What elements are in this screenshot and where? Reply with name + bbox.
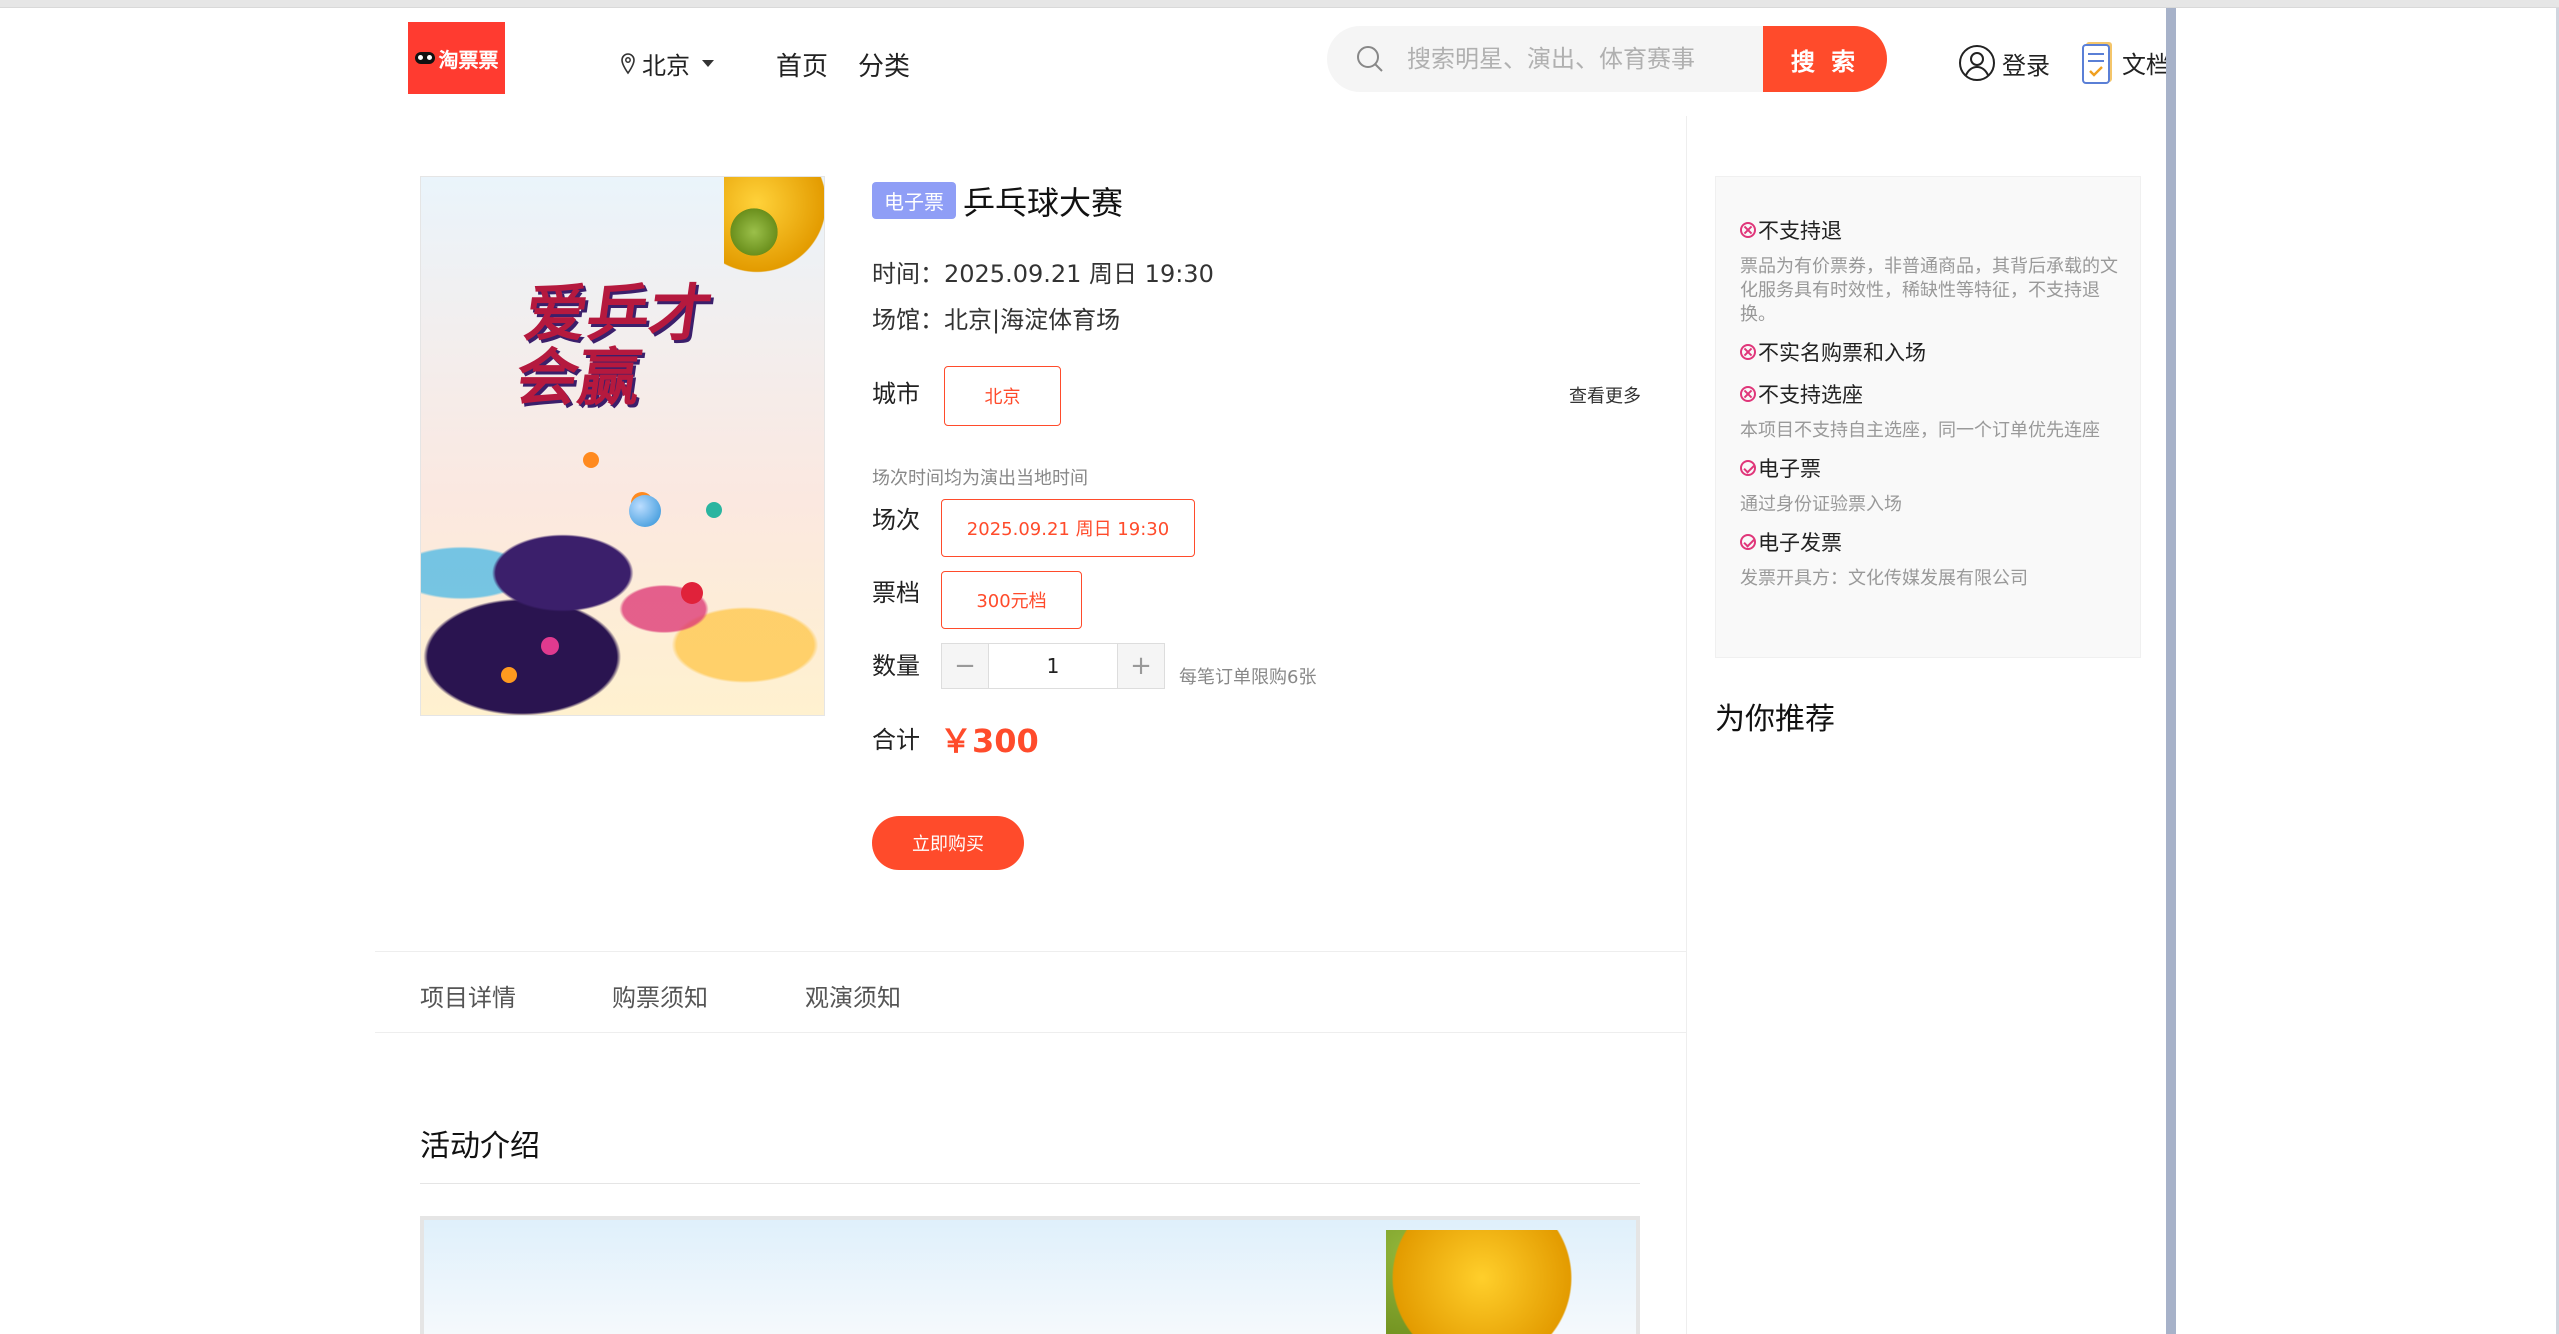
buy-now-button[interactable]: 立即购买 xyxy=(872,816,1024,870)
rule-desc: 票品为有价票券，非普通商品，其背后承载的文化服务具有时效性，稀缺性等特征，不支持… xyxy=(1740,256,2118,325)
quantity-decrease-button[interactable]: − xyxy=(942,644,988,688)
session-option[interactable]: 2025.09.21 周日 19:30 xyxy=(941,499,1195,557)
see-more-link[interactable]: 查看更多 xyxy=(1569,382,1641,408)
nav-home[interactable]: 首页 xyxy=(776,46,828,83)
browser-top-edge xyxy=(0,0,2559,8)
poster-player-art xyxy=(421,477,824,715)
current-city: 北京 xyxy=(642,52,690,80)
rule-desc: 通过身份证验票入场 xyxy=(1740,494,1902,515)
city-selector[interactable]: 北京 xyxy=(620,46,714,81)
event-title: 乒乓球大赛 xyxy=(963,184,1124,222)
check-circle-icon xyxy=(1740,534,1756,550)
rule-title: 不支持选座 xyxy=(1758,383,1863,407)
event-main: 爱乒才会赢 电子票 乒乓球大赛 时间：2025.09.21 周日 19:30 场… xyxy=(375,116,1687,1334)
detail-tabs: 项目详情 购票须知 观演须知 xyxy=(375,951,1687,1033)
rule-no-refund: 不支持退 xyxy=(1740,215,1842,245)
document-icon xyxy=(2082,42,2112,84)
rule-no-seat-selection: 不支持选座 xyxy=(1740,379,1863,409)
quantity-limit-note: 每笔订单限购6张 xyxy=(1179,667,1317,688)
session-label: 场次 xyxy=(872,506,920,534)
search-input[interactable] xyxy=(1407,26,1757,92)
rule-desc: 发票开具方：文化传媒发展有限公司 xyxy=(1740,568,2028,589)
quantity-increase-button[interactable]: + xyxy=(1118,644,1164,688)
poster-ball xyxy=(629,495,661,527)
purchase-rules-panel: 不支持退 票品为有价票券，非普通商品，其背后承载的文化服务具有时效性，稀缺性等特… xyxy=(1715,176,2141,658)
quantity-value[interactable]: 1 xyxy=(988,644,1118,688)
poster-title: 爱乒才会赢 xyxy=(511,277,717,414)
docs-label: 文档 xyxy=(2122,50,2170,79)
login-label: 登录 xyxy=(2002,51,2050,80)
page-scrollbar[interactable] xyxy=(2166,8,2176,1334)
rule-title: 不实名购票和入场 xyxy=(1758,341,1926,365)
login-link[interactable]: 登录 xyxy=(1958,44,2050,82)
activity-intro-image xyxy=(420,1216,1640,1334)
session-time-note: 场次时间均为演出当地时间 xyxy=(872,468,1088,489)
tier-label: 票档 xyxy=(872,579,920,607)
rule-no-realname: 不实名购票和入场 xyxy=(1740,337,1926,367)
tab-purchase-notice[interactable]: 购票须知 xyxy=(612,978,708,1013)
nav-category[interactable]: 分类 xyxy=(858,46,910,83)
city-option[interactable]: 北京 xyxy=(944,366,1061,426)
poster-ball xyxy=(706,502,722,518)
x-circle-icon xyxy=(1740,344,1756,360)
poster-ball xyxy=(501,667,517,683)
event-time: 时间：2025.09.21 周日 19:30 xyxy=(872,260,1214,288)
poster-ball xyxy=(583,452,599,468)
rule-desc: 本项目不支持自主选座，同一个订单优先连座 xyxy=(1740,420,2100,441)
search-button[interactable]: 搜 索 xyxy=(1763,26,1887,92)
total-price: ￥300 xyxy=(940,722,1039,760)
search-icon xyxy=(1357,46,1383,72)
rule-title: 不支持退 xyxy=(1758,219,1842,243)
activity-intro-title: 活动介绍 xyxy=(420,1129,540,1164)
poster-leaf-decoration xyxy=(724,207,784,257)
intro-leaf-decoration xyxy=(1386,1230,1626,1334)
city-label: 城市 xyxy=(872,380,920,408)
rule-e-ticket: 电子票 xyxy=(1740,453,1821,483)
quantity-stepper: − 1 + xyxy=(941,643,1165,689)
event-poster: 爱乒才会赢 xyxy=(420,176,825,716)
poster-ball xyxy=(541,637,559,655)
x-circle-icon xyxy=(1740,222,1756,238)
tab-viewing-notice[interactable]: 观演须知 xyxy=(805,978,901,1013)
logo-mask-icon xyxy=(414,52,435,64)
check-circle-icon xyxy=(1740,460,1756,476)
docs-link[interactable]: 文档 xyxy=(2080,38,2170,86)
x-circle-icon xyxy=(1740,386,1756,402)
recommend-title: 为你推荐 xyxy=(1715,702,1835,737)
poster-ball xyxy=(681,582,703,604)
e-ticket-badge: 电子票 xyxy=(872,182,956,219)
quantity-label: 数量 xyxy=(872,652,920,680)
rule-e-invoice: 电子发票 xyxy=(1740,527,1842,557)
site-logo[interactable]: 淘票票 xyxy=(408,22,505,94)
chevron-down-icon xyxy=(702,60,714,67)
rule-title: 电子票 xyxy=(1758,457,1821,481)
search-bar: 搜 索 xyxy=(1327,26,1887,92)
logo-text: 淘票票 xyxy=(438,47,499,72)
rule-title: 电子发票 xyxy=(1758,531,1842,555)
tab-project-details[interactable]: 项目详情 xyxy=(420,978,516,1013)
total-label: 合计 xyxy=(872,726,920,754)
user-icon xyxy=(1959,45,1995,81)
location-pin-icon xyxy=(620,52,636,75)
main-nav: 首页 分类 xyxy=(776,46,910,83)
tier-option[interactable]: 300元档 xyxy=(941,571,1082,629)
event-venue: 场馆：北京|海淀体育场 xyxy=(872,306,1121,334)
section-divider xyxy=(420,1183,1640,1184)
